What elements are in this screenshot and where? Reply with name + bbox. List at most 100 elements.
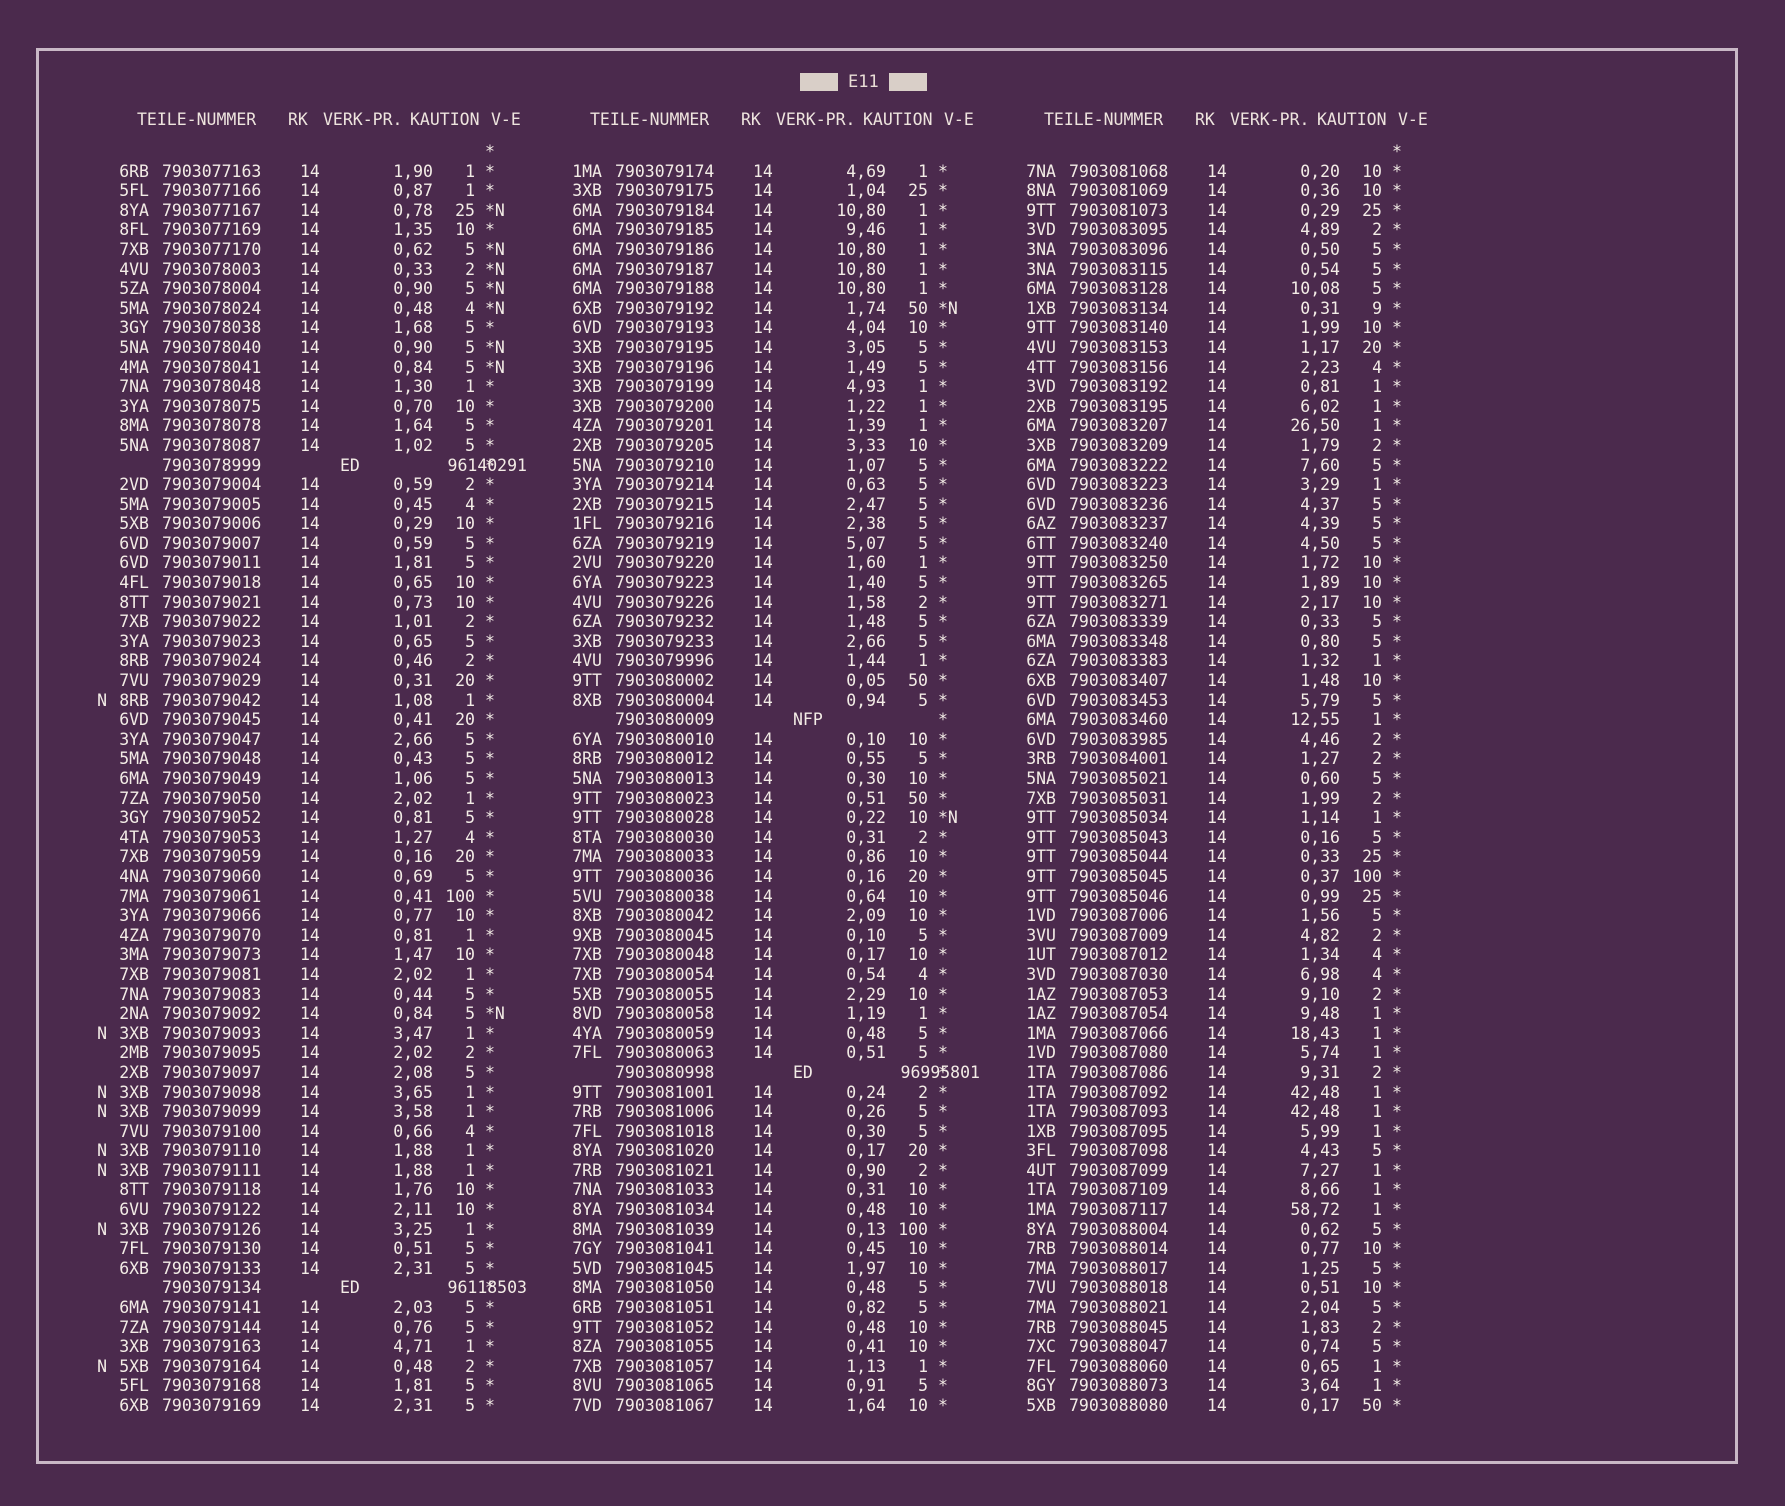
row-mark: * bbox=[485, 181, 495, 201]
row-part-number: 7903079005 bbox=[162, 494, 262, 514]
row-price: 0,36 bbox=[1300, 181, 1340, 201]
row-code: 1XB bbox=[1026, 1121, 1056, 1141]
row-code: 1VD bbox=[1026, 906, 1056, 926]
row-ve: 1 bbox=[465, 161, 475, 181]
row-code: 9TT bbox=[1026, 808, 1056, 828]
row-ve: 10 bbox=[1362, 671, 1382, 691]
row-rk: 14 bbox=[300, 651, 320, 671]
row-price: 2,66 bbox=[393, 729, 433, 749]
row-code: 6MA bbox=[1026, 710, 1056, 730]
row-mark: * bbox=[1392, 984, 1402, 1004]
row-price: 1,64 bbox=[393, 416, 433, 436]
row-price: 2,03 bbox=[393, 1298, 433, 1318]
row-price: 1,01 bbox=[393, 612, 433, 632]
row-code: 3GY bbox=[119, 808, 149, 828]
row-price: 1,14 bbox=[1300, 808, 1340, 828]
row-price: 0,82 bbox=[846, 1298, 886, 1318]
row-price: 0,33 bbox=[393, 259, 433, 279]
row-code: 7XB bbox=[119, 847, 149, 867]
row-code: 7ZA bbox=[119, 788, 149, 808]
row-ve: 1 bbox=[918, 1356, 928, 1376]
row-price: 26,50 bbox=[1290, 416, 1340, 436]
row-price: 3,58 bbox=[393, 1102, 433, 1122]
row-rk: 14 bbox=[753, 533, 773, 553]
row-price: 42,48 bbox=[1290, 1082, 1340, 1102]
row-mark: * bbox=[485, 906, 495, 926]
row-ve: 4 bbox=[465, 494, 475, 514]
row-ve: 10 bbox=[1362, 573, 1382, 593]
row-code: 6MA bbox=[119, 1298, 149, 1318]
row-mark: * bbox=[1392, 710, 1402, 730]
row-ve: 1 bbox=[1372, 1102, 1382, 1122]
row-mark: *N bbox=[485, 279, 505, 299]
row-code: 4TA bbox=[119, 827, 149, 847]
row-code: 6VD bbox=[1026, 690, 1056, 710]
row-mark: * bbox=[485, 769, 495, 788]
row-part-number: 7903079050 bbox=[162, 788, 262, 808]
row-ve: 5 bbox=[465, 553, 475, 573]
row-part-number: 7903080998 bbox=[615, 1062, 715, 1082]
row-mark: * bbox=[485, 1121, 495, 1141]
row-mark: * bbox=[938, 612, 948, 632]
row-part-number: 7903079141 bbox=[162, 1298, 262, 1318]
row-code: 4ZA bbox=[119, 925, 149, 945]
row-rk: 14 bbox=[300, 1200, 320, 1220]
row-code: 5XB bbox=[572, 984, 602, 1004]
row-ve: 5 bbox=[1372, 494, 1382, 514]
row-rk: 14 bbox=[1207, 1200, 1227, 1220]
row-code: 4UT bbox=[1026, 1160, 1056, 1180]
row-rk: 14 bbox=[1207, 553, 1227, 573]
row-part-number: 7903080004 bbox=[615, 690, 715, 710]
row-code: 5MA bbox=[119, 494, 149, 514]
row-rk: 14 bbox=[1207, 455, 1227, 475]
row-ve: 1 bbox=[465, 1082, 475, 1102]
row-rk: 14 bbox=[300, 239, 320, 259]
row-ve: 1 bbox=[918, 377, 928, 397]
row-part-number: 7903087066 bbox=[1069, 1023, 1169, 1043]
row-ve: 1 bbox=[1372, 1160, 1382, 1180]
row-part-number: 7903083140 bbox=[1069, 318, 1169, 338]
row-part-number: 7903080013 bbox=[615, 769, 715, 788]
row-mark: * bbox=[485, 1278, 495, 1298]
row-rk: 14 bbox=[753, 1043, 773, 1063]
row-mark: * bbox=[485, 788, 495, 808]
row-part-number: 7903079184 bbox=[615, 200, 715, 220]
row-mark: * bbox=[1392, 690, 1402, 710]
row-part-number: 7903080010 bbox=[615, 729, 715, 749]
row-part-number: 7903080059 bbox=[615, 1023, 715, 1043]
row-code: 8MA bbox=[119, 416, 149, 436]
row-code: 3XB bbox=[1026, 435, 1056, 455]
row-code: 1MA bbox=[572, 161, 602, 181]
row-mark: *N bbox=[485, 357, 505, 377]
header-teile-nummer: TEILE-NUMMER bbox=[590, 110, 710, 129]
row-mark: * bbox=[485, 142, 495, 161]
row-part-number: 7903081034 bbox=[615, 1200, 715, 1220]
row-price: 3,25 bbox=[393, 1219, 433, 1239]
row-mark: * bbox=[485, 984, 495, 1004]
row-ve: 1 bbox=[465, 377, 475, 397]
row-mark: * bbox=[1392, 1121, 1402, 1141]
row-rk: 14 bbox=[300, 749, 320, 769]
row-part-number: 7903088045 bbox=[1069, 1317, 1169, 1337]
row-price: 0,90 bbox=[393, 279, 433, 299]
row-part-number: 7903083453 bbox=[1069, 690, 1169, 710]
row-price: 1,49 bbox=[846, 357, 886, 377]
row-rk: 14 bbox=[300, 1396, 320, 1415]
row-code: 1XB bbox=[1026, 298, 1056, 318]
row-part-number: 7903079163 bbox=[162, 1337, 262, 1357]
row-mark: * bbox=[1392, 1082, 1402, 1102]
row-part-number: 7903083195 bbox=[1069, 396, 1169, 416]
row-part-number: 7903080038 bbox=[615, 886, 715, 906]
row-ve: 50 bbox=[1362, 1396, 1382, 1415]
row-price: 42,48 bbox=[1290, 1102, 1340, 1122]
row-part-number: 7903080012 bbox=[615, 749, 715, 769]
row-part-number: 7903083271 bbox=[1069, 592, 1169, 612]
row-rk: 14 bbox=[300, 259, 320, 279]
row-code: 6VU bbox=[119, 1200, 149, 1220]
row-price: 1,58 bbox=[846, 592, 886, 612]
row-part-number: 7903079081 bbox=[162, 964, 262, 984]
row-price: 3,05 bbox=[846, 337, 886, 357]
row-ve: 10 bbox=[908, 808, 928, 828]
row-code: 2NA bbox=[119, 1004, 149, 1024]
row-rk: 14 bbox=[300, 827, 320, 847]
